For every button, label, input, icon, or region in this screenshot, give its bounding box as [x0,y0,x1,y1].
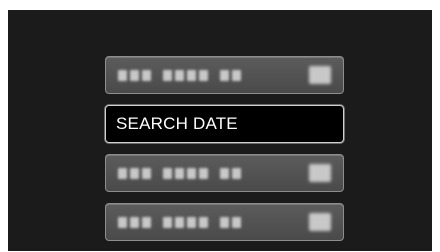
menu-item-4[interactable] [105,203,344,241]
menu-item-icon [309,66,331,84]
menu-item-label: SEARCH DATE [116,114,238,133]
obscured-label [118,168,241,179]
menu-item-search-date[interactable]: SEARCH DATE [105,105,344,143]
menu-item-1[interactable] [105,56,344,94]
menu-item-3[interactable] [105,154,344,192]
menu-item-icon [309,213,331,231]
obscured-label [118,217,241,228]
obscured-label [118,70,241,81]
search-menu: SEARCH DATE [105,56,344,252]
camera-screen: SEARCH DATE [8,10,432,251]
menu-item-icon [309,164,331,182]
